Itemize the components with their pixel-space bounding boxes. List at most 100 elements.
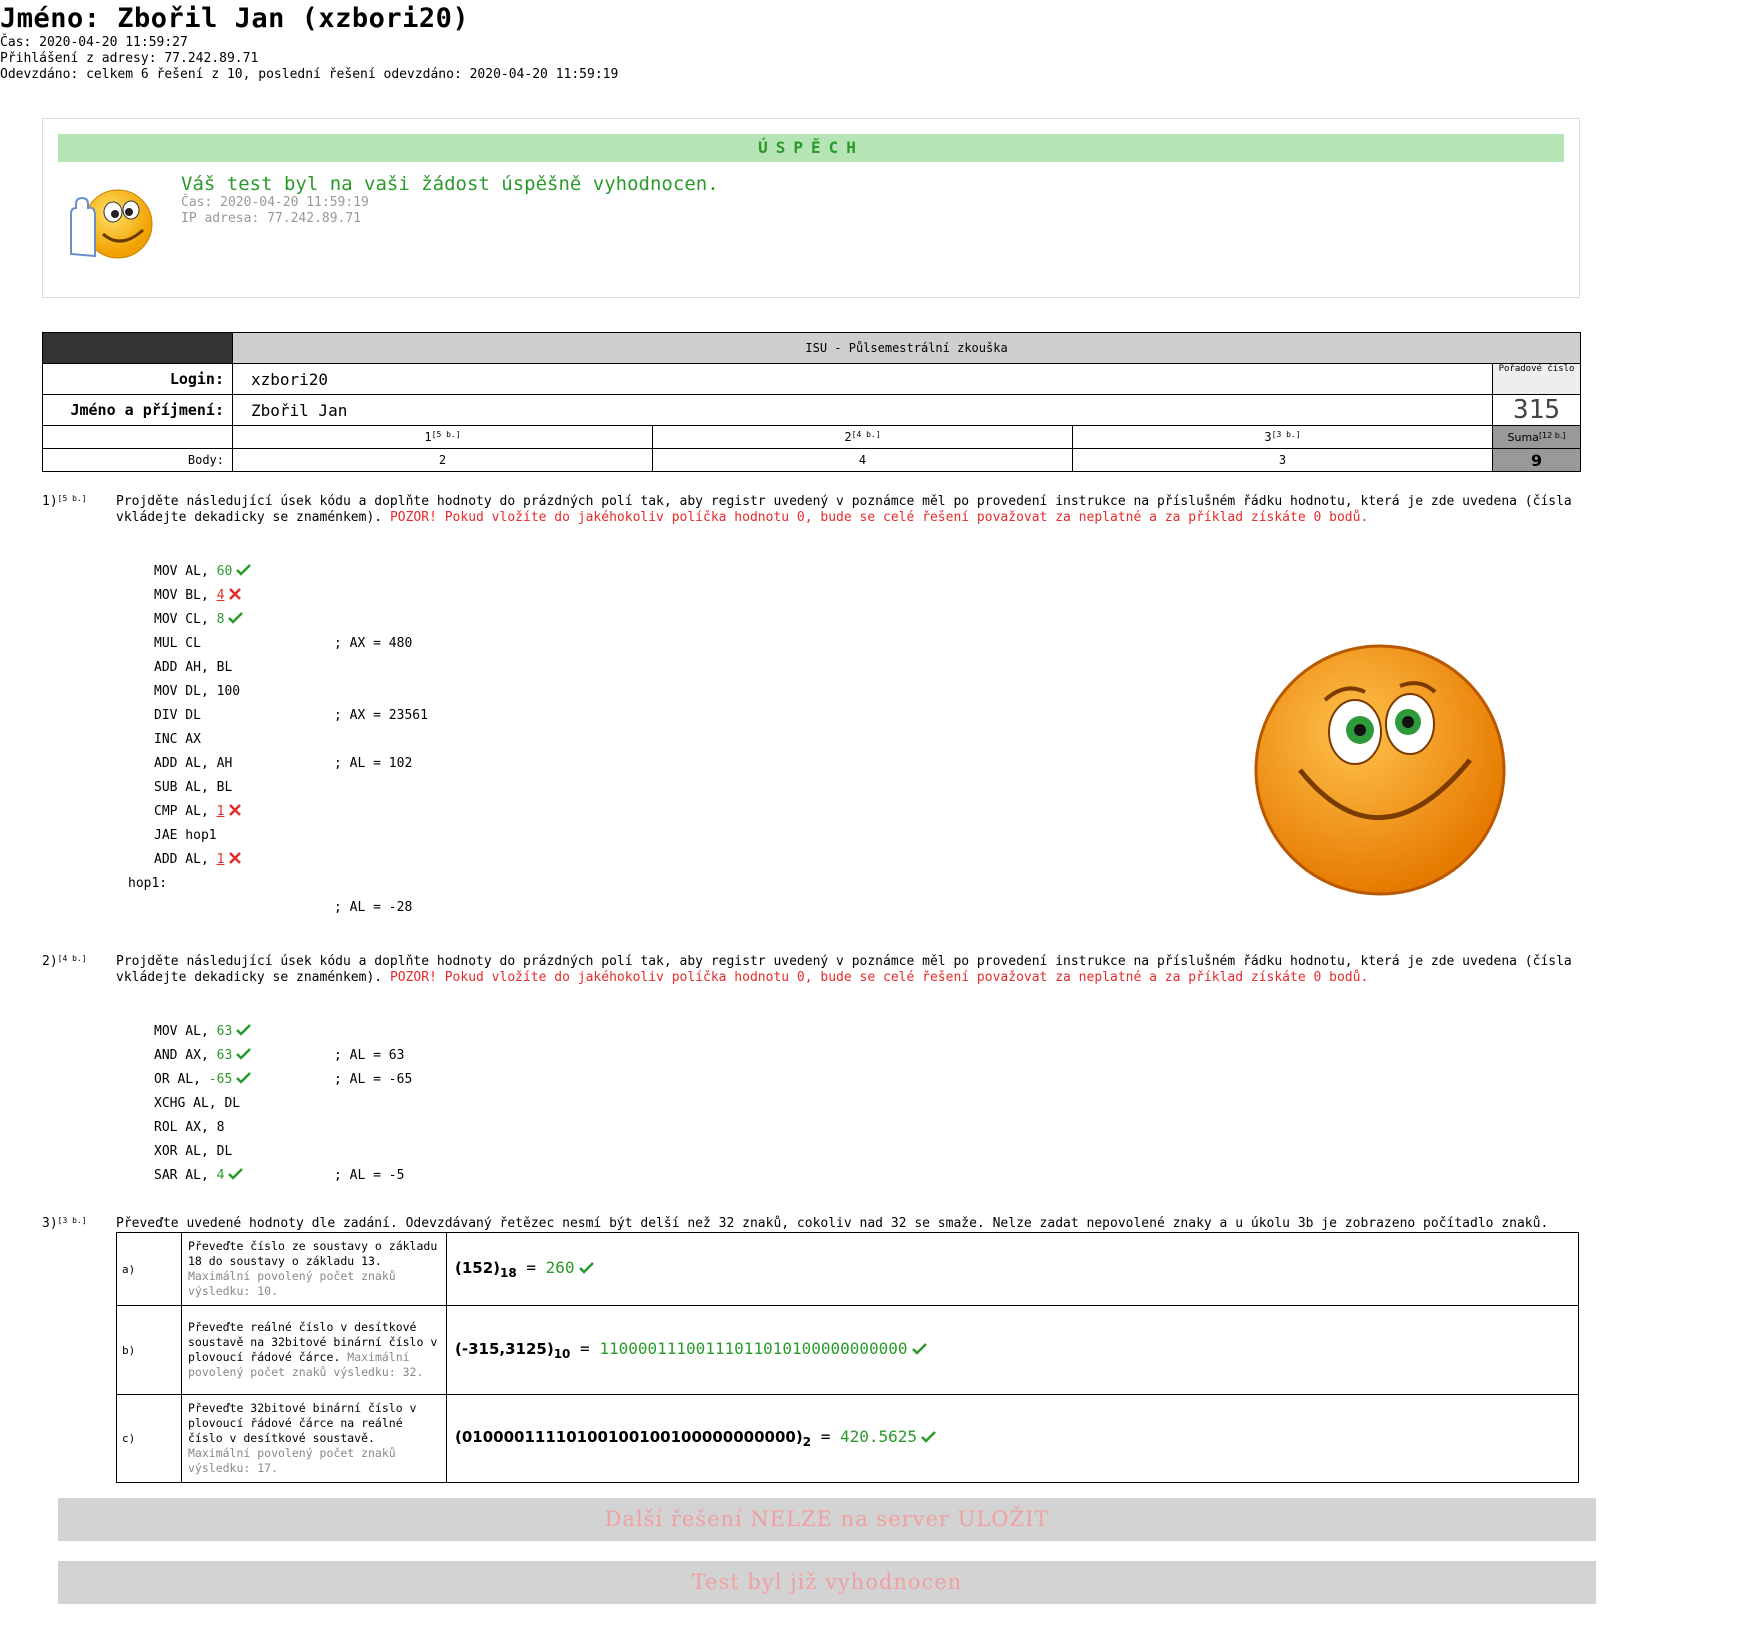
success-message: Váš test byl na vaši žádost úspěšně vyho… (181, 173, 719, 195)
code-line: MOV CL, 8 (154, 608, 251, 632)
comment: ; AL = -5 (334, 1168, 405, 1183)
row-answer: (152)18 = 260 (446, 1232, 1579, 1306)
code-line: INC AX (154, 728, 251, 752)
instruction: DIV DL (154, 708, 201, 723)
col-3-header: 3[3 b.] (1072, 425, 1493, 449)
instruction: OR AL, (154, 1072, 209, 1087)
q2-code: MOV AL, 63 AND AX, 63; AL = 63 OR AL, -65;… (154, 1020, 412, 1188)
save-disabled-button[interactable]: Další řešení NELZE na server ULOŽIT (58, 1498, 1596, 1541)
check-icon (236, 564, 252, 576)
answer-value[interactable]: -65 (209, 1072, 232, 1087)
row-answer: (01000011110100100100100000000000)2 = 42… (446, 1394, 1579, 1483)
row-answer: (-315,3125)10 = 110000111001110110101000… (446, 1305, 1579, 1395)
check-icon (236, 1072, 252, 1084)
exam-info-table: ISU - Půlsemestrální zkouška Login: xzbo… (42, 332, 1582, 472)
answer-value[interactable]: 1 (217, 804, 225, 819)
instruction: ROL AX, 8 (154, 1120, 225, 1135)
exam-title: ISU - Půlsemestrální zkouška (231, 332, 1582, 364)
instruction: MOV AL, (154, 1024, 217, 1039)
answer-value[interactable]: 1 (217, 852, 225, 867)
answer-value[interactable]: 4 (217, 1168, 225, 1183)
q3-number: 3)[3 b.] (42, 1216, 87, 1231)
final-comment-line: ; AL = -28 (154, 896, 412, 920)
code-line: JAE hop1 (154, 824, 251, 848)
answer-value[interactable]: 4 (217, 588, 225, 603)
cross-icon (229, 852, 242, 864)
code-line: SAR AL, 4 ; AL = -5 (154, 1164, 404, 1188)
instruction: ADD AL, (154, 852, 217, 867)
code-line: MOV DL, 100 (154, 680, 251, 704)
instruction: MOV AL, (154, 564, 217, 579)
login-label: Login: (42, 363, 233, 395)
code-line: SUB AL, BL (154, 776, 251, 800)
check-icon (228, 1168, 244, 1180)
conversion-row: b) Převeďte reálné číslo v desítkové sou… (116, 1305, 1579, 1395)
success-banner: ÚSPĚCH (58, 134, 1564, 162)
login-value: xzbori20 (232, 363, 1493, 395)
conversion-row: c) Převeďte 32bitové binární číslo v plo… (116, 1394, 1579, 1483)
order-number: 315 (1491, 394, 1582, 426)
order-number-label: Pořadové číslo (1491, 363, 1582, 395)
code-line: AND AX, 63 ; AL = 63 (154, 1044, 404, 1068)
comment: ; AX = 480 (334, 636, 413, 651)
q2-text: Projděte následující úsek kódu a doplňte… (116, 954, 1572, 985)
points-sum: 9 (1491, 448, 1582, 472)
comment: ; AL = -65 (334, 1072, 413, 1087)
submitted-line: Odevzdáno: celkem 6 řešení z 10, posledn… (0, 67, 619, 82)
points-label: Body: (42, 448, 233, 472)
happy-smiley-icon (1254, 644, 1506, 896)
instruction: MOV CL, (154, 612, 217, 627)
row-description: Převeďte 32bitové binární číslo v plovou… (181, 1394, 447, 1483)
conversion-row: a) Převeďte číslo ze soustavy o základu … (116, 1232, 1579, 1306)
points-3: 3 (1072, 448, 1493, 472)
instruction: INC AX (154, 732, 201, 747)
q1-number: 1)[5 b.] (42, 494, 87, 509)
answer-value[interactable]: 8 (217, 612, 225, 627)
code-line: ADD AL, 1 (154, 848, 251, 872)
code-line: OR AL, -65 ; AL = -65 (154, 1068, 412, 1092)
col-1-header: 1[5 b.] (232, 425, 653, 449)
check-icon (578, 1262, 594, 1274)
answer-value[interactable]: 63 (217, 1048, 233, 1063)
code-line: ROL AX, 8 (154, 1116, 251, 1140)
code-line: XOR AL, DL (154, 1140, 251, 1164)
code-line: ADD AL, AH ; AL = 102 (154, 752, 412, 776)
q1-warning: POZOR! Pokud vložíte do jakéhokoliv polí… (389, 510, 1369, 525)
row-label: a) (116, 1232, 182, 1306)
empty-cell (42, 425, 233, 449)
login-address-line: Přihlášení z adresy: 77.242.89.71 (0, 51, 259, 66)
instruction: ADD AL, AH (154, 756, 233, 771)
answer-value[interactable]: 60 (217, 564, 233, 579)
row-label: b) (116, 1305, 182, 1395)
q3-text: Převeďte uvedené hodnoty dle zadání. Ode… (116, 1216, 1549, 1231)
q1-text: Projděte následující úsek kódu a doplňte… (116, 494, 1572, 525)
instruction: JAE hop1 (154, 828, 217, 843)
code-line: ADD AH, BL (154, 656, 251, 680)
name-label: Jméno a příjmení: (42, 394, 233, 426)
comment: ; AL = -28 (334, 900, 413, 915)
instruction: CMP AL, (154, 804, 217, 819)
instruction: SAR AL, (154, 1168, 217, 1183)
instruction: SUB AL, BL (154, 780, 233, 795)
cross-icon (229, 588, 242, 600)
header-corner (42, 332, 233, 364)
answer-value[interactable]: 63 (217, 1024, 233, 1039)
evaluated-disabled-button[interactable]: Test byl již vyhodnocen (58, 1561, 1596, 1604)
instruction: XOR AL, DL (154, 1144, 233, 1159)
comment: ; AX = 23561 (334, 708, 428, 723)
check-icon (236, 1024, 252, 1036)
instruction: MUL CL (154, 636, 201, 651)
code-line: MOV AL, 63 (154, 1020, 252, 1044)
instruction: MOV DL, 100 (154, 684, 241, 699)
sum-header: Suma[12 b.] (1491, 425, 1582, 449)
comment: ; AL = 63 (334, 1048, 405, 1063)
row-description: Převeďte reálné číslo v desítkové sousta… (181, 1305, 447, 1395)
q2-warning: POZOR! Pokud vložíte do jakéhokoliv polí… (389, 970, 1369, 985)
points-1: 2 (232, 448, 653, 472)
check-icon (911, 1343, 927, 1355)
instruction: MOV BL, (154, 588, 217, 603)
answer-value: 260 (545, 1257, 575, 1277)
col-2-header: 2[4 b.] (652, 425, 1073, 449)
code-line: XCHG AL, DL (154, 1092, 251, 1116)
conversion-table: a) Převeďte číslo ze soustavy o základu … (116, 1232, 1579, 1483)
